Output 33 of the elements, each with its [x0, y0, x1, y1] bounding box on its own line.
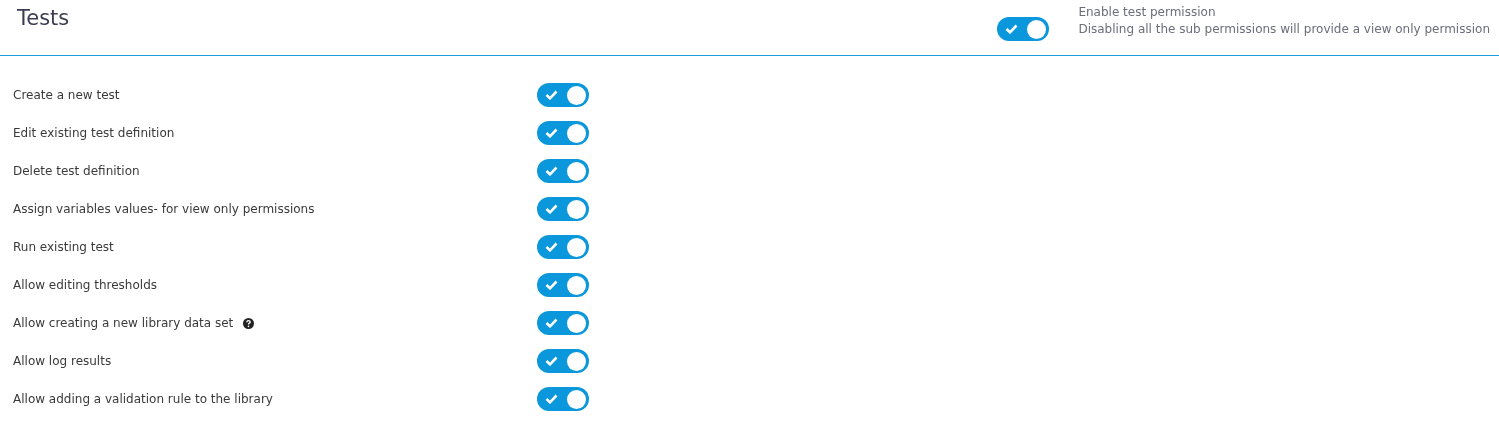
page-title: Tests	[17, 6, 70, 30]
permission-label: Create a new test	[13, 88, 120, 102]
check-icon	[545, 90, 558, 100]
check-icon	[545, 318, 558, 328]
toggle-switch[interactable]	[537, 121, 589, 145]
check-icon	[545, 166, 558, 176]
toggle-switch[interactable]	[537, 311, 589, 335]
check-icon	[545, 204, 558, 214]
toggle-switch[interactable]	[537, 235, 589, 259]
toggle-switch[interactable]	[997, 17, 1050, 41]
check-icon	[1005, 24, 1019, 34]
check-icon	[545, 394, 558, 404]
toggle-switch[interactable]	[537, 197, 589, 221]
permission-label: Allow creating a new library data set	[13, 316, 234, 330]
check-icon	[545, 280, 558, 290]
toggle-switch[interactable]	[537, 159, 589, 183]
toggle-label: Enable test permission	[1078, 4, 1217, 21]
permission-label: Assign variables values- for view only permissions	[13, 202, 315, 216]
check-icon	[545, 242, 558, 252]
toggle-switch[interactable]	[537, 349, 589, 373]
check-icon	[545, 128, 558, 138]
toggle-switch[interactable]	[537, 273, 589, 297]
permission-label: Allow adding a validation rule to the library	[13, 392, 273, 406]
toggle-switch[interactable]	[537, 83, 589, 107]
permission-label: Allow editing thresholds	[13, 278, 158, 292]
permission-label: Allow log results	[13, 354, 112, 368]
permission-label: Run existing test	[13, 240, 114, 254]
hint-text: Disabling all the sub permissions will provide a view only permission	[1078, 21, 1490, 38]
permission-label: Edit existing test definition	[13, 126, 175, 140]
help-icon[interactable]	[243, 317, 255, 329]
toggle-switch[interactable]	[537, 387, 589, 411]
permission-label: Delete test definition	[13, 164, 140, 178]
check-icon	[545, 356, 558, 366]
